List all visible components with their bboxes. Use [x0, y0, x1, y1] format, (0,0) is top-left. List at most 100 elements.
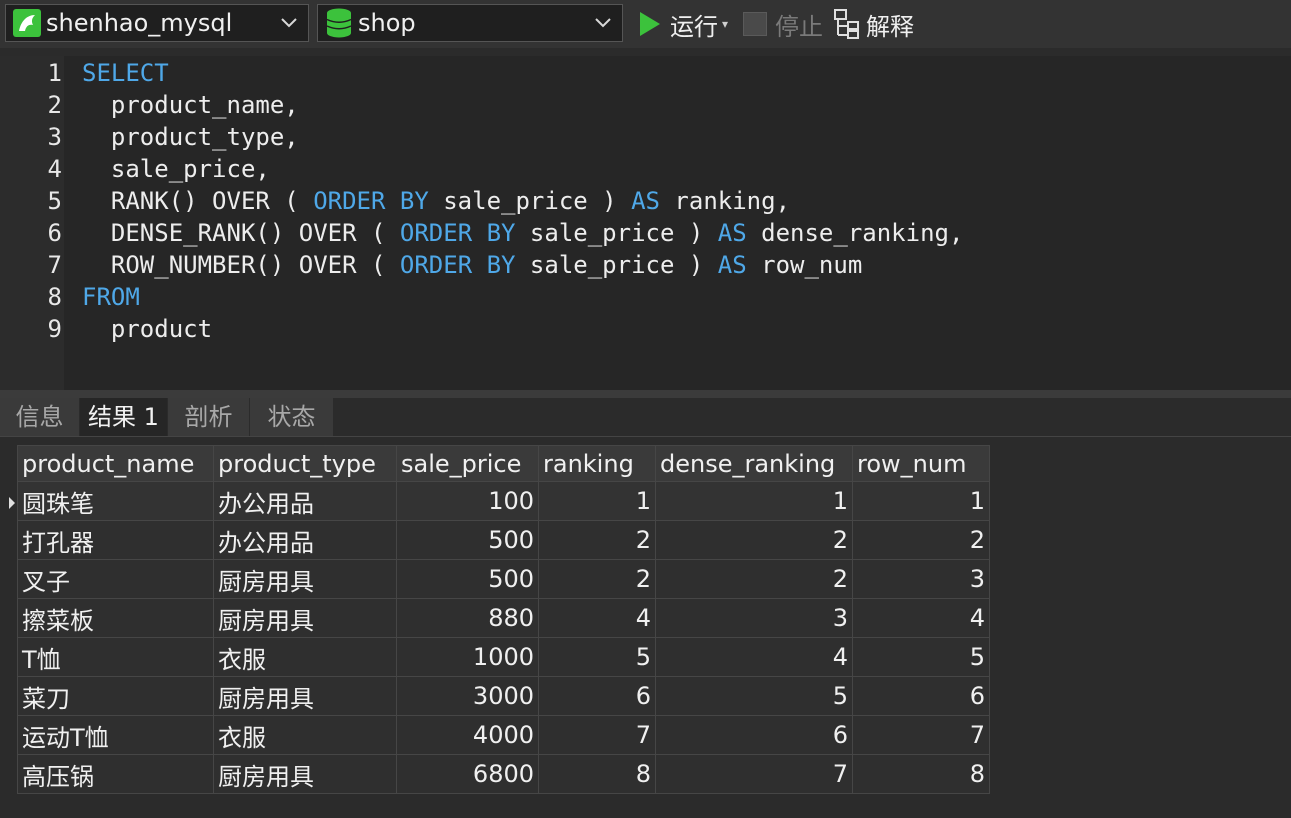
sql-keyword: AS — [717, 251, 747, 279]
column-header-dense-ranking[interactable]: dense_ranking — [655, 445, 853, 482]
cell-product-name[interactable]: 叉子 — [17, 559, 214, 599]
grid-header-row: product_name product_type sale_price rankin… — [17, 445, 990, 482]
line-number: 8 — [47, 283, 62, 311]
sql-token: sale_price ) — [515, 219, 718, 247]
cell-ranking[interactable]: 8 — [538, 754, 656, 794]
cell-row-num[interactable]: 1 — [852, 481, 990, 521]
cell-product-name[interactable]: 运动T恤 — [17, 715, 214, 755]
table-row[interactable]: 菜刀 厨房用具 3000 6 5 6 — [17, 676, 990, 716]
cell-row-num[interactable]: 4 — [852, 598, 990, 638]
cell-product-type[interactable]: 厨房用具 — [213, 559, 397, 599]
connection-name: shenhao_mysql — [46, 9, 233, 37]
code-line[interactable]: 2 product_name, — [0, 89, 1291, 121]
cell-product-type[interactable]: 厨房用具 — [213, 676, 397, 716]
sql-token: product — [82, 315, 213, 343]
cell-row-num[interactable]: 5 — [852, 637, 990, 677]
table-row[interactable]: 打孔器 办公用品 500 2 2 2 — [17, 520, 990, 560]
cell-row-num[interactable]: 7 — [852, 715, 990, 755]
table-row[interactable]: 运动T恤 衣服 4000 7 6 7 — [17, 715, 990, 755]
sql-token: sale_price ) — [515, 251, 718, 279]
column-header-product-type[interactable]: product_type — [213, 445, 397, 482]
stop-icon — [743, 12, 767, 36]
code-line[interactable]: 6 DENSE_RANK() OVER ( ORDER BY sale_pric… — [0, 217, 1291, 249]
cell-ranking[interactable]: 1 — [538, 481, 656, 521]
cell-product-type[interactable]: 厨房用具 — [213, 754, 397, 794]
code-line[interactable]: 4 sale_price, — [0, 153, 1291, 185]
cell-ranking[interactable]: 2 — [538, 559, 656, 599]
cell-dense-ranking[interactable]: 5 — [655, 676, 853, 716]
cell-dense-ranking[interactable]: 1 — [655, 481, 853, 521]
code-text: SELECT — [82, 57, 169, 89]
sql-keyword: ORDER BY — [399, 219, 516, 247]
cell-product-name[interactable]: 擦菜板 — [17, 598, 214, 638]
tab-info[interactable]: 信息 — [0, 398, 80, 436]
cell-ranking[interactable]: 4 — [538, 598, 656, 638]
cell-row-num[interactable]: 2 — [852, 520, 990, 560]
cell-sale-price[interactable]: 3000 — [396, 676, 539, 716]
cell-dense-ranking[interactable]: 2 — [655, 559, 853, 599]
cell-sale-price[interactable]: 880 — [396, 598, 539, 638]
cell-sale-price[interactable]: 4000 — [396, 715, 539, 755]
pane-splitter[interactable] — [0, 390, 1291, 398]
cell-product-type[interactable]: 厨房用具 — [213, 598, 397, 638]
cell-sale-price[interactable]: 100 — [396, 481, 539, 521]
cell-dense-ranking[interactable]: 6 — [655, 715, 853, 755]
column-header-product-name[interactable]: product_name — [17, 445, 214, 482]
code-line[interactable]: 8 FROM — [0, 281, 1291, 313]
explain-icon — [834, 9, 859, 39]
cell-product-type[interactable]: 办公用品 — [213, 481, 397, 521]
cell-product-name[interactable]: 打孔器 — [17, 520, 214, 560]
column-header-ranking[interactable]: ranking — [538, 445, 656, 482]
tab-result-1[interactable]: 结果 1 — [80, 398, 168, 436]
cell-product-type[interactable]: 衣服 — [213, 715, 397, 755]
tab-status[interactable]: 状态 — [250, 398, 334, 436]
cell-product-name[interactable]: 菜刀 — [17, 676, 214, 716]
run-button[interactable]: 运行 ▾ — [638, 6, 728, 42]
cell-sale-price[interactable]: 1000 — [396, 637, 539, 677]
stop-button[interactable]: 停止 — [743, 6, 823, 42]
cell-product-type[interactable]: 衣服 — [213, 637, 397, 677]
cell-row-num[interactable]: 6 — [852, 676, 990, 716]
cell-dense-ranking[interactable]: 4 — [655, 637, 853, 677]
cell-ranking[interactable]: 2 — [538, 520, 656, 560]
sql-token: product_name, — [82, 91, 299, 119]
database-icon — [324, 8, 354, 38]
sql-token: row_num — [746, 251, 863, 279]
cell-sale-price[interactable]: 500 — [396, 520, 539, 560]
table-row[interactable]: T恤 衣服 1000 5 4 5 — [17, 637, 990, 677]
cell-dense-ranking[interactable]: 7 — [655, 754, 853, 794]
sql-editor[interactable]: 1 SELECT 2 product_name, 3 product_type, 4 s… — [0, 56, 1291, 390]
table-row[interactable]: 叉子 厨房用具 500 2 2 3 — [17, 559, 990, 599]
code-line[interactable]: 7 ROW_NUMBER() OVER ( ORDER BY sale_pric… — [0, 249, 1291, 281]
cell-dense-ranking[interactable]: 2 — [655, 520, 853, 560]
cell-row-num[interactable]: 3 — [852, 559, 990, 599]
code-line[interactable]: 5 RANK() OVER ( ORDER BY sale_price ) AS… — [0, 185, 1291, 217]
cell-product-name[interactable]: T恤 — [17, 637, 214, 677]
cell-row-num[interactable]: 8 — [852, 754, 990, 794]
code-line[interactable]: 1 SELECT — [0, 57, 1291, 89]
cell-ranking[interactable]: 7 — [538, 715, 656, 755]
cell-product-type[interactable]: 办公用品 — [213, 520, 397, 560]
result-grid[interactable]: product_name product_type sale_price rankin… — [17, 445, 990, 794]
connection-select[interactable]: shenhao_mysql — [5, 4, 309, 42]
run-dropdown-icon[interactable]: ▾ — [722, 17, 728, 31]
cell-product-name[interactable]: 高压锅 — [17, 754, 214, 794]
database-select[interactable]: shop — [317, 4, 623, 42]
table-row[interactable]: 擦菜板 厨房用具 880 4 3 4 — [17, 598, 990, 638]
sql-token: RANK() OVER ( — [82, 187, 314, 215]
cell-product-name[interactable]: 圆珠笔 — [17, 481, 214, 521]
table-row[interactable]: 圆珠笔 办公用品 100 1 1 1 — [17, 481, 990, 521]
code-line[interactable]: 3 product_type, — [0, 121, 1291, 153]
explain-button[interactable]: 解释 — [834, 6, 914, 42]
column-header-sale-price[interactable]: sale_price — [396, 445, 539, 482]
cell-dense-ranking[interactable]: 3 — [655, 598, 853, 638]
tab-profile[interactable]: 剖析 — [168, 398, 250, 436]
cell-ranking[interactable]: 5 — [538, 637, 656, 677]
cell-ranking[interactable]: 6 — [538, 676, 656, 716]
cell-sale-price[interactable]: 6800 — [396, 754, 539, 794]
cell-sale-price[interactable]: 500 — [396, 559, 539, 599]
code-line[interactable]: 9 product — [0, 313, 1291, 345]
sql-keyword: FROM — [82, 283, 140, 311]
column-header-row-num[interactable]: row_num — [852, 445, 990, 482]
table-row[interactable]: 高压锅 厨房用具 6800 8 7 8 — [17, 754, 990, 794]
